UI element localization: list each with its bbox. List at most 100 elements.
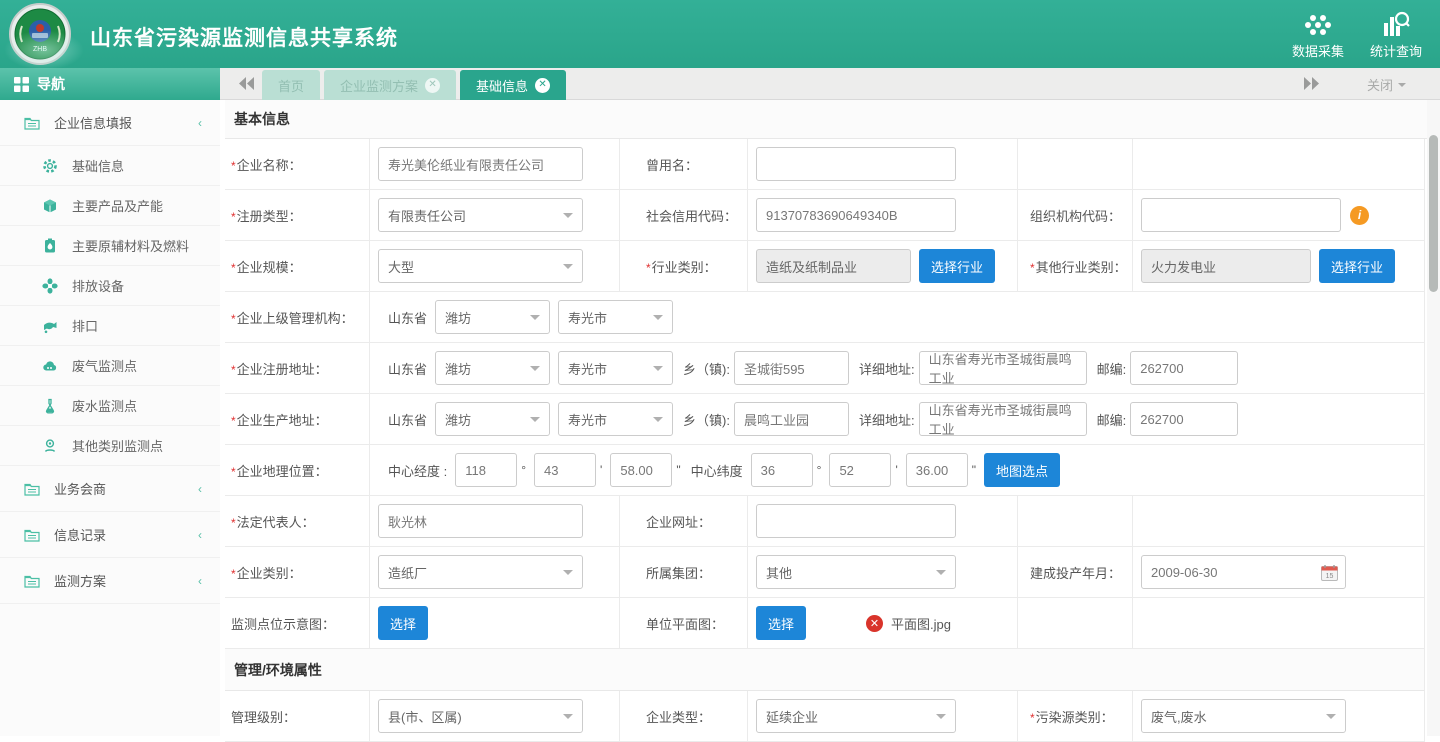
zip-label: 邮编: (1097, 359, 1127, 378)
tab-home[interactable]: 首页 (262, 70, 320, 100)
group-select[interactable]: 其他 (756, 555, 956, 589)
legal-representative-input[interactable]: 耿光林 (378, 504, 583, 538)
sidebar-item-outlet[interactable]: 排口 (0, 306, 220, 346)
sidebar-item-info-records[interactable]: 信息记录 ‹ (0, 512, 220, 558)
sidebar-item-business-consult[interactable]: 业务会商 ‹ (0, 466, 220, 512)
sidebar-item-label: 排口 (72, 316, 220, 335)
enterprise-category-select[interactable]: 造纸厂 (378, 555, 583, 589)
chevron-left-icon: ‹ (198, 528, 202, 542)
sidebar-item-monitor-plan[interactable]: 监测方案 ‹ (0, 558, 220, 604)
cube-icon (42, 198, 58, 214)
credit-code-input[interactable]: 91370783690649340B (756, 198, 956, 232)
lat-min-input[interactable]: 52 (829, 453, 891, 487)
org-code-input[interactable] (1141, 198, 1341, 232)
sidebar-item-emission-equipment[interactable]: 排放设备 (0, 266, 220, 306)
lat-sec-input[interactable]: 36.00 (906, 453, 968, 487)
registered-address-label: 企业注册地址： (237, 362, 328, 377)
close-icon[interactable]: ✕ (535, 78, 550, 93)
calendar-icon[interactable]: 15 (1321, 564, 1338, 581)
select-industry-button[interactable]: 选择行业 (919, 249, 995, 283)
sidebar-item-enterprise-info-fill[interactable]: 企业信息填报 ‹ (0, 100, 220, 146)
sidebar-item-label: 监测方案 (54, 571, 198, 590)
close-tabs-button[interactable]: 关闭 (1367, 75, 1406, 94)
close-label: 关闭 (1367, 75, 1393, 94)
chevron-down-icon (653, 366, 663, 376)
lng-min-input[interactable]: 43 (534, 453, 596, 487)
lng-sec-input[interactable]: 58.00 (610, 453, 672, 487)
scrollbar-thumb[interactable] (1429, 135, 1438, 292)
sidebar-item-waste-water-points[interactable]: 废水监测点 (0, 386, 220, 426)
sidebar-item-basic-info[interactable]: 基础信息 (0, 146, 220, 186)
tab-bar: 首页 企业监测方案 ✕ 基础信息 ✕ 关闭 (220, 68, 1440, 100)
prod-town-input[interactable]: 晨鸣工业园 (734, 402, 849, 436)
delete-file-icon[interactable]: ✕ (866, 615, 883, 632)
chevron-left-icon: ‹ (198, 116, 202, 130)
authority-county-select[interactable]: 寿光市 (558, 300, 673, 334)
detail-address-label: 详细地址: (859, 359, 915, 378)
latitude-label: 中心纬度 (691, 461, 743, 480)
former-name-input[interactable] (756, 147, 956, 181)
enterprise-scale-select[interactable]: 大型 (378, 249, 583, 283)
prod-city-select[interactable]: 潍坊 (435, 402, 550, 436)
basic-info-form: *企业名称： 寿光美伦纸业有限责任公司 曾用名： *注册类型： 有限责任公司 社… (225, 139, 1425, 649)
statistics-query-button[interactable]: 统计查询 (1370, 8, 1422, 60)
map-pick-button[interactable]: 地图选点 (984, 453, 1060, 487)
choose-sketch-button[interactable]: 选择 (378, 606, 428, 640)
map-pin-icon (42, 438, 58, 454)
tabs-scroll-left-icon[interactable] (238, 76, 255, 96)
prod-detail-input[interactable]: 山东省寿光市圣城街晨鸣工业 (919, 402, 1087, 436)
data-collection-label: 数据采集 (1292, 41, 1344, 60)
statistics-query-label: 统计查询 (1370, 41, 1422, 60)
sidebar-item-other-points[interactable]: 其他类别监测点 (0, 426, 220, 466)
lat-deg-input[interactable]: 36 (751, 453, 813, 487)
tab-enterprise-monitor-plan[interactable]: 企业监测方案 ✕ (324, 70, 456, 100)
main-content: 基本信息 *企业名称： 寿光美伦纸业有限责任公司 曾用名： *注册类型： 有限责… (220, 100, 1440, 736)
reg-zip-input[interactable]: 262700 (1130, 351, 1238, 385)
enterprise-scale-label: 企业规模： (237, 260, 302, 275)
enterprise-type-select[interactable]: 延续企业 (756, 699, 956, 733)
tabs-scroll-right-icon[interactable] (1303, 76, 1320, 96)
folder-icon (24, 573, 40, 589)
section-management-env: 管理/环境属性 (225, 649, 1425, 691)
data-collection-button[interactable]: 数据采集 (1292, 8, 1344, 60)
chevron-left-icon: ‹ (198, 574, 202, 588)
vertical-scrollbar[interactable] (1427, 100, 1440, 736)
chevron-down-icon (1398, 83, 1406, 91)
sidebar-item-main-products[interactable]: 主要产品及产能 (0, 186, 220, 226)
chevron-down-icon (563, 570, 573, 580)
production-date-input[interactable]: 2009-06-30 15 (1141, 555, 1346, 589)
logo-glow (4, 30, 84, 70)
reg-county-select[interactable]: 寿光市 (558, 351, 673, 385)
geo-location-label: 企业地理位置： (237, 464, 328, 479)
info-icon[interactable]: i (1350, 206, 1369, 225)
nav-strip: 导航 (0, 68, 220, 100)
cloud-icon (42, 358, 58, 374)
choose-plan-button[interactable]: 选择 (756, 606, 806, 640)
sidebar-item-waste-gas-points[interactable]: 废气监测点 (0, 346, 220, 386)
gear-icon (42, 158, 58, 174)
reg-detail-input[interactable]: 山东省寿光市圣城街晨鸣工业 (919, 351, 1087, 385)
chevron-down-icon (563, 714, 573, 724)
registration-type-select[interactable]: 有限责任公司 (378, 198, 583, 232)
tabs: 首页 企业监测方案 ✕ 基础信息 ✕ (262, 70, 566, 100)
pollution-source-type-select[interactable]: 废气,废水 (1141, 699, 1346, 733)
lng-deg-input[interactable]: 118 (455, 453, 517, 487)
prod-county-select[interactable]: 寿光市 (558, 402, 673, 436)
sidebar-item-label: 其他类别监测点 (72, 436, 220, 455)
production-date-label: 建成投产年月： (1030, 563, 1121, 582)
select-other-industry-button[interactable]: 选择行业 (1319, 249, 1395, 283)
tab-label: 基础信息 (476, 76, 528, 95)
management-level-select[interactable]: 县(市、区属) (378, 699, 583, 733)
row-superior-authority: *企业上级管理机构： 山东省 潍坊 寿光市 (225, 292, 1424, 343)
sidebar-item-label: 信息记录 (54, 525, 198, 544)
close-icon[interactable]: ✕ (425, 78, 440, 93)
reg-city-select[interactable]: 潍坊 (435, 351, 550, 385)
tab-basic-info[interactable]: 基础信息 ✕ (460, 70, 566, 100)
company-name-input[interactable]: 寿光美伦纸业有限责任公司 (378, 147, 583, 181)
grid-icon (14, 77, 29, 92)
sidebar-item-raw-materials-fuel[interactable]: 主要原辅材料及燃料 (0, 226, 220, 266)
reg-town-input[interactable]: 圣城街595 (734, 351, 849, 385)
authority-city-select[interactable]: 潍坊 (435, 300, 550, 334)
prod-zip-input[interactable]: 262700 (1130, 402, 1238, 436)
website-input[interactable] (756, 504, 956, 538)
